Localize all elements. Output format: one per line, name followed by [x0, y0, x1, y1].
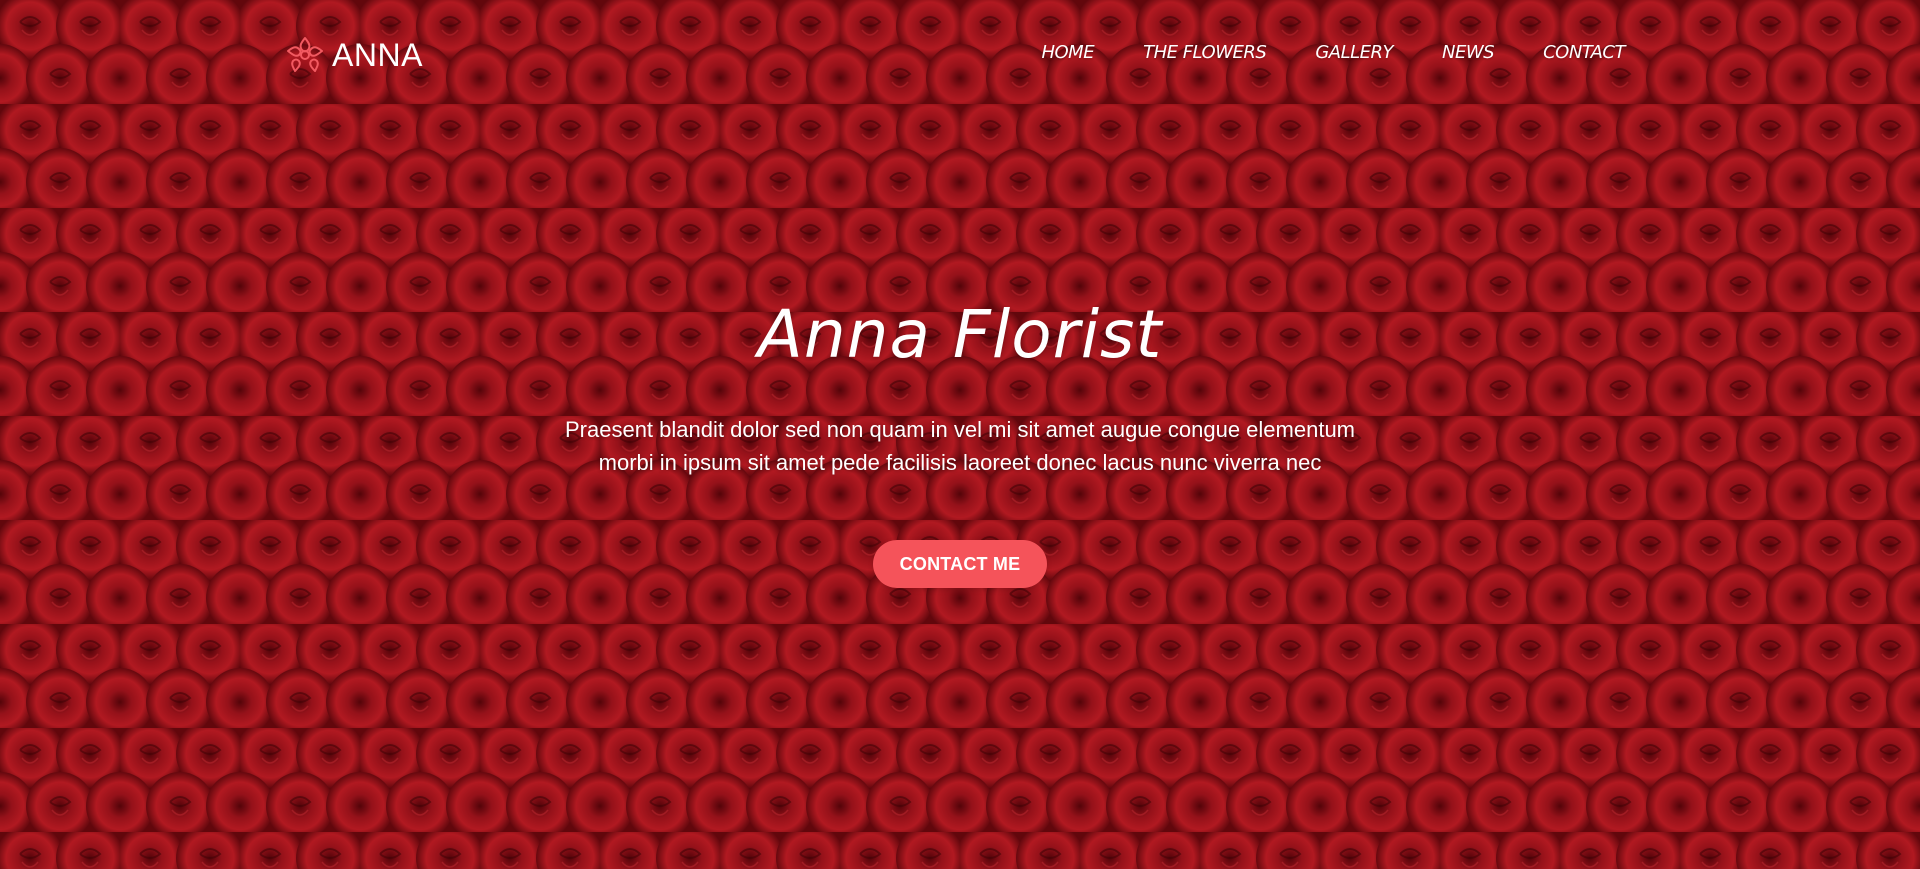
flower-icon: [287, 37, 323, 72]
hero-title: Anna Florist: [757, 296, 1163, 373]
hero-description-line-2: morbi in ipsum sit amet pede facilisis l…: [598, 450, 1322, 475]
brand-logo-link[interactable]: ANNA: [284, 34, 423, 76]
nav-item-news[interactable]: NEWS: [1442, 40, 1495, 66]
nav-item-contact[interactable]: CONTACT: [1543, 40, 1625, 66]
nav-item-the-flowers[interactable]: THE FLOWERS: [1143, 40, 1267, 66]
nav-item-home[interactable]: HOME: [1041, 40, 1094, 66]
navbar: ANNA HOME THE FLOWERS GALLERY NEWS CONTA…: [0, 0, 1920, 106]
main-navigation: HOME THE FLOWERS GALLERY NEWS CONTACT: [1041, 40, 1625, 66]
nav-item-gallery[interactable]: GALLERY: [1315, 40, 1393, 66]
contact-me-button[interactable]: CONTACT ME: [873, 540, 1047, 588]
hero-section: ANNA HOME THE FLOWERS GALLERY NEWS CONTA…: [0, 0, 1920, 869]
hero-description-line-1: Praesent blandit dolor sed non quam in v…: [564, 417, 1356, 442]
hero-description: Praesent blandit dolor sed non quam in v…: [460, 413, 1460, 479]
brand-name: ANNA: [332, 37, 423, 73]
